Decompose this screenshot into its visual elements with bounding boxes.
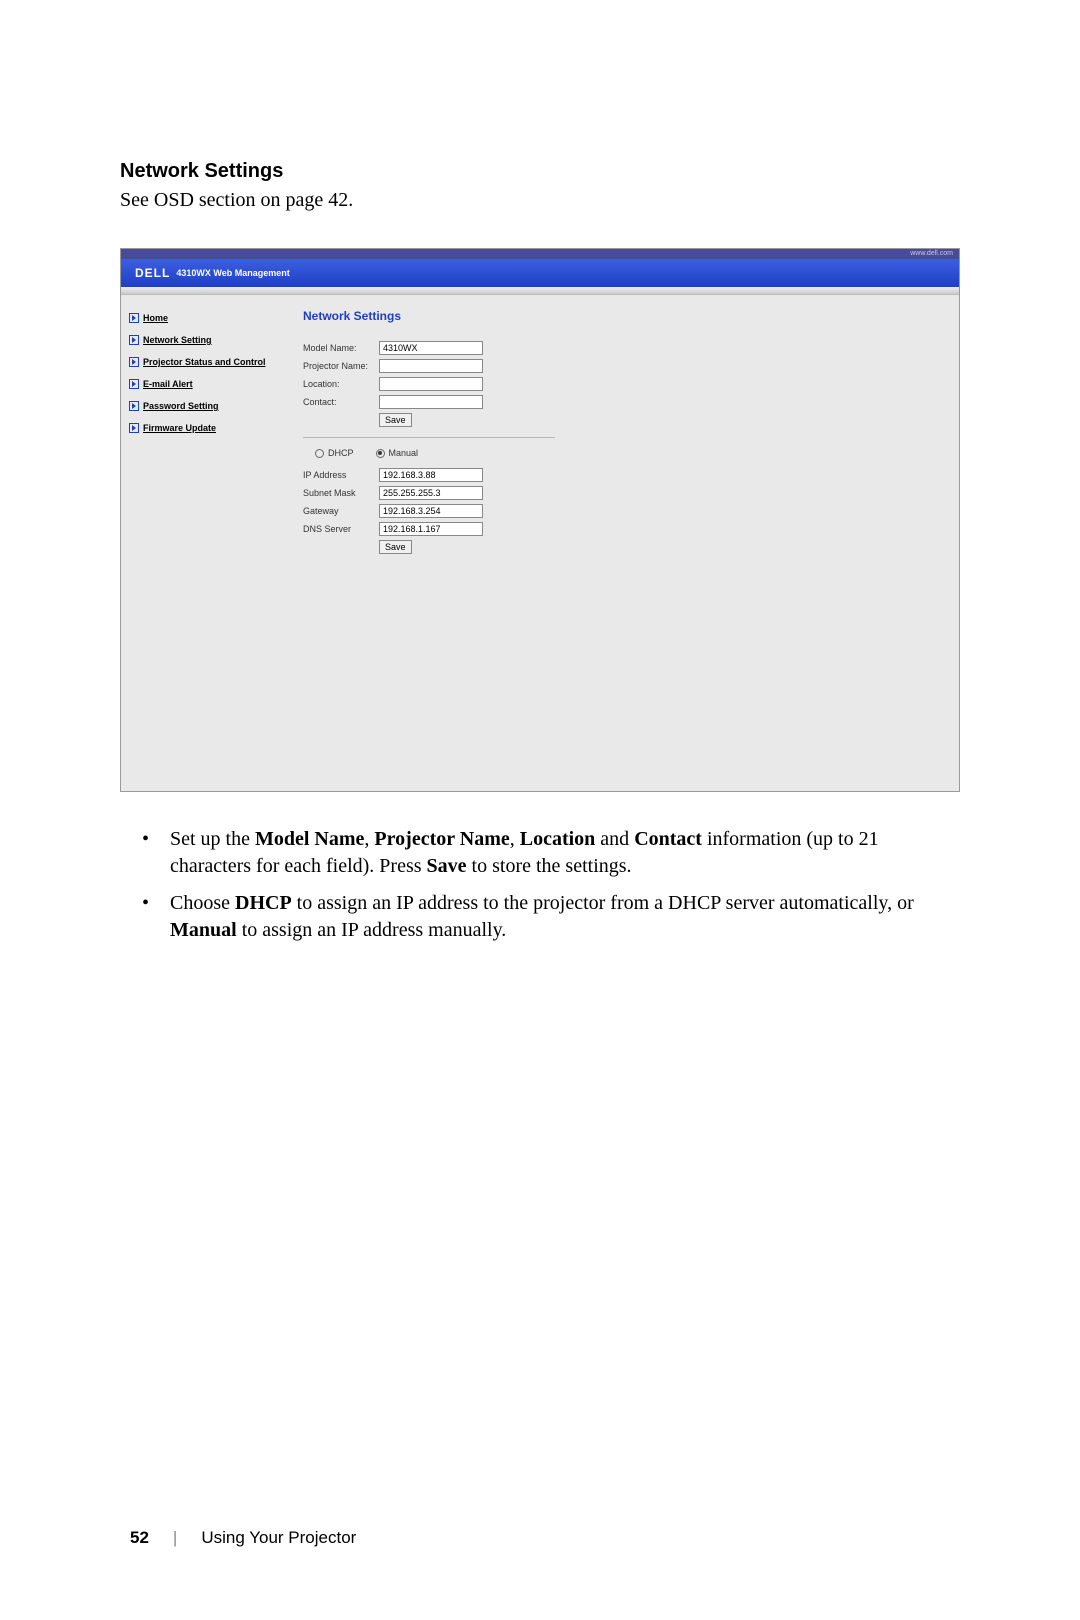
sidebar-item-label: Projector Status and Control [143,357,266,367]
dhcp-radio[interactable]: DHCP [315,448,354,458]
dhcp-radio-label: DHCP [328,448,354,458]
dns-server-input[interactable] [379,522,483,536]
instruction-item: Set up the Model Name, Projector Name, L… [142,826,960,880]
dns-server-label: DNS Server [303,524,379,534]
sidebar-item-label: Firmware Update [143,423,216,433]
arrow-icon [129,357,139,367]
section-heading: Network Settings [120,160,960,183]
sidebar-item-label: Network Setting [143,335,212,345]
radio-icon [376,449,385,458]
content-title: Network Settings [303,309,941,323]
screenshot-toolbar [121,287,959,295]
sidebar-item-firmware[interactable]: Firmware Update [129,423,277,433]
sidebar: Home Network Setting Projector Status an… [121,295,285,791]
contact-label: Contact: [303,397,379,407]
ip-address-label: IP Address [303,470,379,480]
screenshot-title: 4310WX Web Management [176,268,289,278]
save-button-2[interactable]: Save [379,540,412,554]
footer-separator: | [173,1528,177,1548]
subnet-mask-input[interactable] [379,486,483,500]
manual-radio-label: Manual [389,448,419,458]
footer-section-title: Using Your Projector [201,1528,356,1548]
sidebar-item-email[interactable]: E-mail Alert [129,379,277,389]
screenshot-title-bar: DELL 4310WX Web Management [121,259,959,287]
divider [303,437,555,438]
instruction-item: Choose DHCP to assign an IP address to t… [142,890,960,944]
location-input[interactable] [379,377,483,391]
sidebar-item-network[interactable]: Network Setting [129,335,277,345]
sidebar-item-label: Home [143,313,168,323]
instruction-list: Set up the Model Name, Projector Name, L… [120,826,960,944]
screenshot-panel: www.dell.com DELL 4310WX Web Management … [120,248,960,792]
screenshot-url-bar: www.dell.com [121,249,959,259]
sidebar-item-home[interactable]: Home [129,313,277,323]
contact-input[interactable] [379,395,483,409]
model-name-label: Model Name: [303,343,379,353]
save-button-1[interactable]: Save [379,413,412,427]
sidebar-item-label: E-mail Alert [143,379,193,389]
gateway-input[interactable] [379,504,483,518]
projector-name-input[interactable] [379,359,483,373]
intro-text: See OSD section on page 42. [120,189,960,212]
sidebar-item-status[interactable]: Projector Status and Control [129,357,277,367]
ip-address-input[interactable] [379,468,483,482]
arrow-icon [129,379,139,389]
radio-icon [315,449,324,458]
arrow-icon [129,335,139,345]
manual-radio[interactable]: Manual [376,448,419,458]
arrow-icon [129,313,139,323]
arrow-icon [129,423,139,433]
arrow-icon [129,401,139,411]
gateway-label: Gateway [303,506,379,516]
page-footer: 52 | Using Your Projector [130,1528,356,1548]
page-number: 52 [130,1528,149,1548]
dell-logo: DELL [135,266,170,280]
projector-name-label: Projector Name: [303,361,379,371]
sidebar-item-password[interactable]: Password Setting [129,401,277,411]
model-name-input[interactable] [379,341,483,355]
location-label: Location: [303,379,379,389]
content-pane: Network Settings Model Name: Projector N… [285,295,959,791]
sidebar-item-label: Password Setting [143,401,219,411]
subnet-mask-label: Subnet Mask [303,488,379,498]
